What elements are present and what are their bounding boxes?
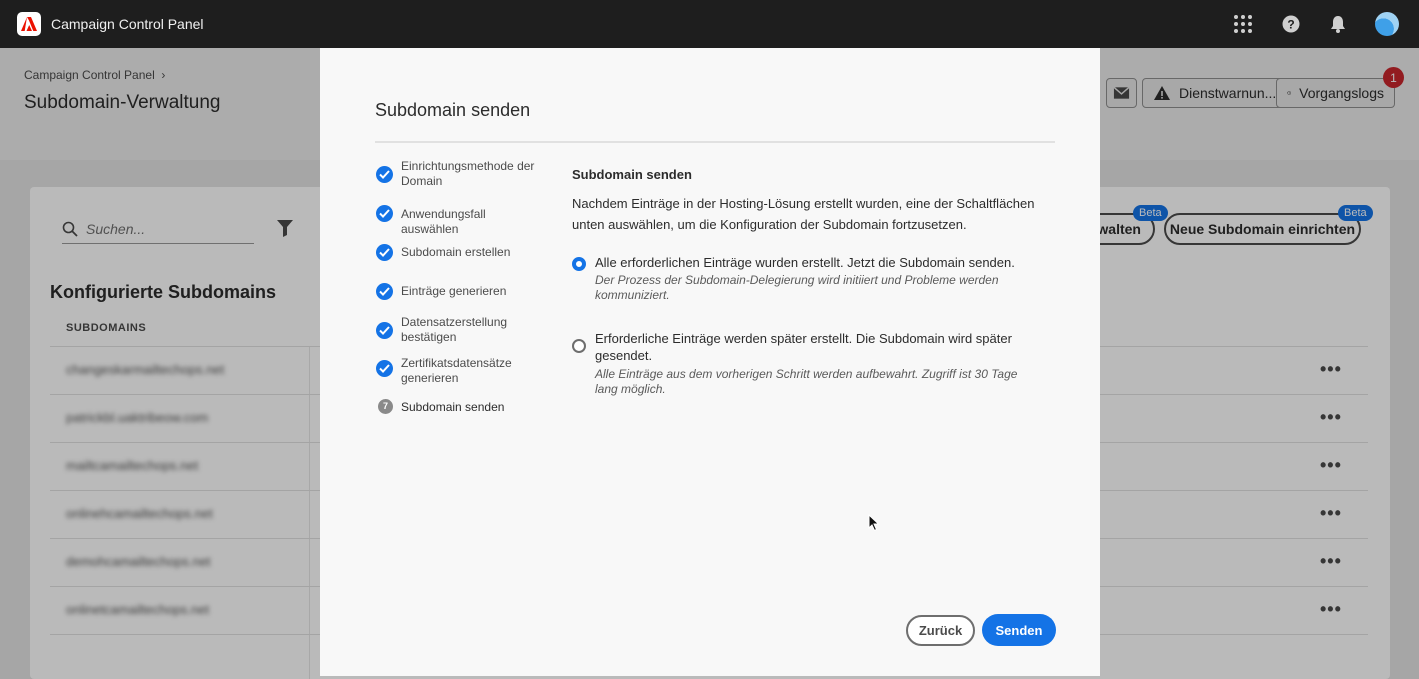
step-label: Zertifikatsdatensätze generieren — [401, 356, 512, 385]
option-send-later-description: Alle Einträge aus dem vorherigen Schritt… — [595, 367, 1018, 396]
step-label: Einträge generieren — [401, 284, 507, 298]
step-label: Datensatzerstellung bestätigen — [401, 315, 508, 344]
divider — [375, 141, 1055, 143]
option-send-now-label[interactable]: Alle erforderlichen Einträge wurden erst… — [595, 254, 1035, 271]
checkmark-icon — [376, 283, 393, 300]
mouse-cursor-icon — [868, 513, 880, 537]
checkmark-icon — [376, 360, 393, 377]
send-button[interactable]: Senden — [982, 614, 1056, 646]
app-title[interactable]: Campaign Control Panel — [51, 16, 204, 32]
checkmark-icon — [376, 166, 393, 183]
dialog-title: Subdomain senden — [375, 100, 531, 120]
step-label: Anwendungsfall auswählen — [401, 207, 486, 236]
step-label: Subdomain erstellen — [401, 245, 511, 259]
checkmark-icon — [376, 244, 393, 261]
notifications-bell-icon[interactable] — [1327, 13, 1349, 35]
option-send-now-radio[interactable] — [572, 257, 586, 271]
adobe-logo-icon[interactable] — [17, 12, 41, 36]
content-description: Nachdem Einträge in der Hosting-Lösung e… — [572, 196, 1035, 232]
checkmark-icon — [376, 322, 393, 339]
content-title: Subdomain senden — [572, 167, 692, 182]
svg-text:?: ? — [1287, 18, 1294, 32]
option-send-later-radio[interactable] — [572, 339, 586, 353]
option-send-later-label[interactable]: Erforderliche Einträge werden später ers… — [595, 330, 1035, 364]
step-label: Subdomain senden — [401, 400, 505, 414]
back-button[interactable]: Zurück — [906, 615, 975, 646]
checkmark-icon — [376, 205, 393, 222]
apps-grid-icon[interactable] — [1232, 13, 1254, 35]
help-icon[interactable]: ? — [1280, 13, 1302, 35]
user-avatar[interactable] — [1375, 12, 1399, 36]
top-bar: Campaign Control Panel ? — [0, 0, 1419, 48]
step-number-badge: 7 — [378, 399, 393, 414]
step-label: Einrichtungsmethode der Domain — [401, 159, 535, 188]
option-send-now-description: Der Prozess der Subdomain-Delegierung wi… — [595, 273, 999, 302]
